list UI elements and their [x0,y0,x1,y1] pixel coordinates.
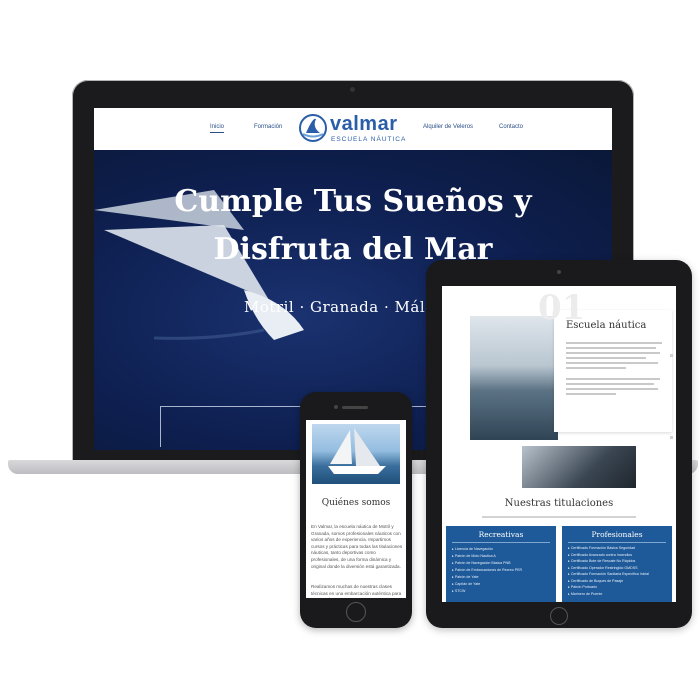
text-line [566,378,660,380]
valmar-logo-icon[interactable] [298,113,328,143]
profesionales-title: Profesionales [591,530,643,539]
text-line [566,342,662,344]
nav-formacion[interactable]: Formación [254,124,282,130]
list-item[interactable]: ▸ Patrón de Embarcaciones de Recreo PER [452,568,522,572]
phone-camera [334,405,338,409]
text-line [566,383,654,385]
recreativas-title: Recreativas [478,530,524,539]
laptop-camera [350,87,355,92]
list-item[interactable]: ▸ Patrón de Yate [452,575,478,579]
list-item[interactable]: ▸ Patrón Portuario [568,585,597,589]
text-line [566,347,656,349]
nav-contacto[interactable]: Contacto [499,124,523,130]
nav-alquiler[interactable]: Alquiler de Veleros [423,124,473,130]
phone-home-button [346,602,366,622]
tablet-home-button [550,607,568,625]
hero-locations: Motril · Granada · Málaga [244,298,455,316]
text-line [566,362,658,364]
text-line [566,357,646,359]
text-line [566,367,626,369]
sailboat-photo [312,424,400,484]
list-item[interactable]: ▸ Marinero de Puente [568,592,602,596]
divider [452,542,550,543]
section-heading: Escuela náutica [566,320,647,331]
text-line [566,393,616,395]
titulaciones-subtitle [482,516,636,518]
list-item[interactable]: ▸ Certificado Avanzado contra Incendios [568,553,632,557]
list-item[interactable]: ▸ Certificado Formación Básica Seguridad [568,546,635,550]
side-marker [670,354,673,357]
side-marker [670,436,673,439]
quienes-somos-heading: Quiénes somos [321,498,391,508]
marina-photo [470,316,558,440]
about-paragraph-1: En Valmar, la escuela náutica de Motril … [311,524,403,569]
list-item[interactable]: ▸ Patrón de Moto Náutica A [452,554,496,558]
phone-speaker [342,406,368,409]
divider [568,542,666,543]
profesionales-card[interactable]: Profesionales ▸ Certificado Formación Bá… [562,526,672,602]
list-item[interactable]: ▸ Licencia de Navegación [452,547,493,551]
recreativas-card[interactable]: Recreativas ▸ Licencia de Navegación ▸ P… [446,526,556,602]
logo-subtitle: ESCUELA NÁUTICA [331,136,407,143]
phone-screen: Quiénes somos En Valmar, la escuela náut… [306,420,406,598]
list-item[interactable]: ▸ Patrón de Navegación Básica PNB [452,561,511,565]
site-navbar: Inicio Formación valmar ESCUELA NÁUTICA … [94,108,612,150]
list-item[interactable]: ▸ Capitán de Yate [452,582,480,586]
tablet-camera [557,270,561,274]
hero-title-line1: Cumple Tus Sueños y [174,184,532,219]
nav-inicio[interactable]: Inicio [210,124,225,133]
text-line [566,352,660,354]
list-item[interactable]: ▸ Certificado de Buques de Pasaje [568,579,623,583]
titulaciones-title: Nuestras titulaciones [504,498,614,509]
logo-wordmark[interactable]: valmar [330,113,398,136]
about-paragraph-2: Realizamos muchas de nuestras clases téc… [311,584,402,598]
list-item[interactable]: ▸ Certificado Operador Restringido GMDSS [568,566,638,570]
sailing-detail-photo [522,446,636,488]
text-line [566,388,658,390]
list-item[interactable]: ▸ STCW [452,589,465,593]
sailboat-illustration [328,428,386,474]
tablet-screen: 01 Escuela náutica Nuestras titulaciones… [442,286,676,602]
list-item[interactable]: ▸ Certificado Bote de Rescate No Rápidos [568,559,635,563]
list-item[interactable]: ▸ Certificado Formación Sanitaria Especí… [568,572,649,576]
